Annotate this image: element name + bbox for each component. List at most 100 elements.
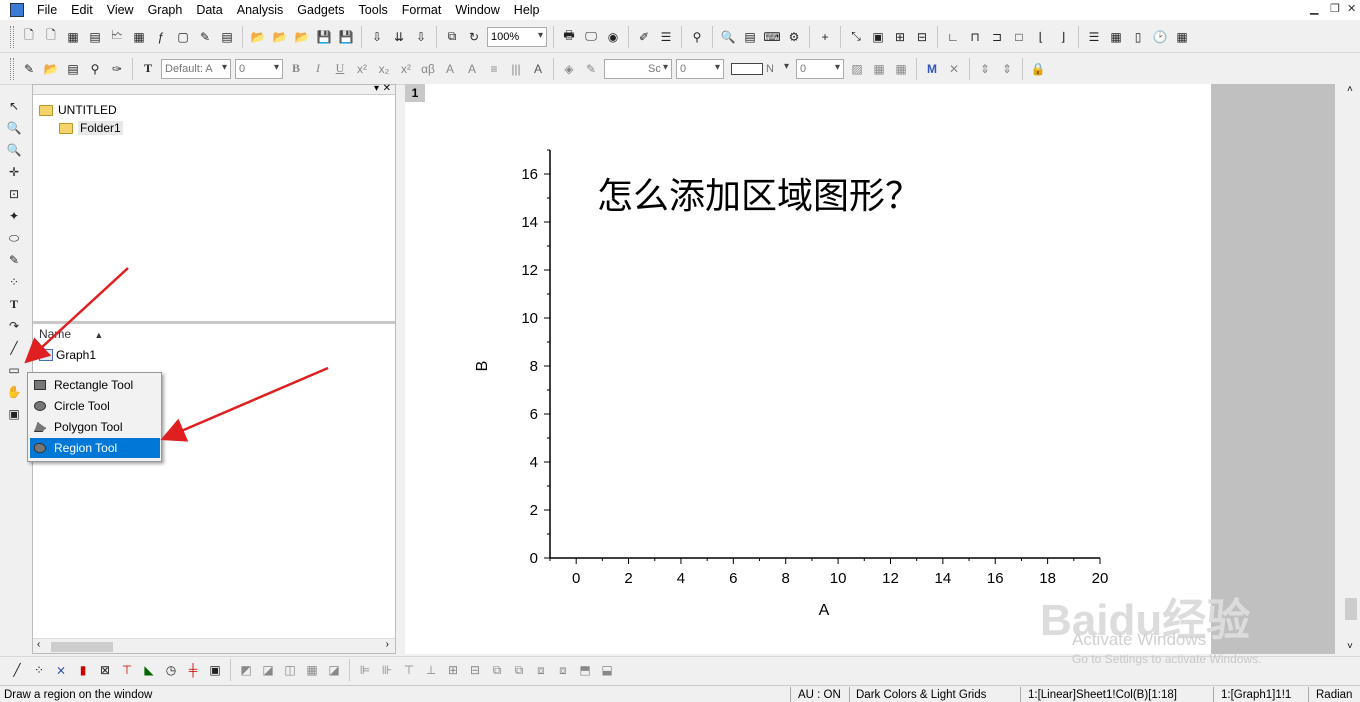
new-function-icon[interactable]: ƒ	[151, 27, 171, 47]
data-reader-icon[interactable]: ✦	[4, 206, 24, 226]
layer-manager-icon[interactable]: ☰	[656, 27, 676, 47]
app-icon[interactable]	[10, 3, 24, 17]
image-tool-icon[interactable]: ▣	[4, 404, 24, 424]
explorer-close-icon[interactable]: ✕	[383, 83, 391, 94]
new-excel-icon[interactable]: ▤	[217, 27, 237, 47]
axis-yx-icon[interactable]: ⌋	[1053, 27, 1073, 47]
menu-view[interactable]: View	[100, 0, 141, 20]
hand-tool-icon[interactable]: ✋	[4, 382, 24, 402]
new-folder-icon[interactable]: 🗋	[41, 27, 61, 47]
align-icon[interactable]: ≡	[484, 59, 504, 79]
new-project-icon[interactable]: 🗋	[19, 27, 39, 47]
axis-bottom-left-icon[interactable]: ∟	[943, 27, 963, 47]
same-height-icon[interactable]: ⧉	[509, 660, 529, 680]
data-selector-icon[interactable]: ⊡	[4, 184, 24, 204]
refresh-icon[interactable]: ✐	[634, 27, 654, 47]
text-tool-icon[interactable]: T	[4, 294, 24, 314]
align-bottom-icon[interactable]: ⊥	[421, 660, 441, 680]
increase-font-icon[interactable]: A	[440, 59, 460, 79]
axis-box-icon[interactable]: □	[1009, 27, 1029, 47]
screen-reader-icon[interactable]: ✛	[4, 162, 24, 182]
fill-color-select[interactable]: N	[728, 59, 792, 79]
code-builder-icon[interactable]: ⚙	[784, 27, 804, 47]
lock-icon[interactable]: 🔒	[1028, 59, 1048, 79]
list-icon[interactable]: ☰	[1084, 27, 1104, 47]
fill-color-icon[interactable]: ◈	[559, 59, 579, 79]
supsub-icon[interactable]: x²	[396, 59, 416, 79]
project-explorer-icon[interactable]: ⚲	[687, 27, 707, 47]
border-icon[interactable]: ▦	[869, 59, 889, 79]
load-theme-icon[interactable]: 📂	[41, 59, 61, 79]
graph-vscrollbar[interactable]: ˄ ˅	[1335, 84, 1360, 654]
subscript-icon[interactable]: x₂	[374, 59, 394, 79]
rescale-icon[interactable]: ⤡	[846, 27, 866, 47]
align-left-icon[interactable]: ⊫	[355, 660, 375, 680]
move-up-icon[interactable]: ⇕	[975, 59, 995, 79]
open-template-icon[interactable]: 📂	[270, 27, 290, 47]
group-icon[interactable]: ⧈	[531, 660, 551, 680]
menu-graph[interactable]: Graph	[141, 0, 190, 20]
clock-icon[interactable]: 🕑	[1150, 27, 1170, 47]
open-icon[interactable]: 📂	[248, 27, 268, 47]
new-graph-icon[interactable]: 🗠	[107, 27, 127, 47]
font-select[interactable]: Default: A	[161, 58, 231, 79]
scroll-thumb[interactable]	[51, 642, 113, 652]
arrow-tool-icon[interactable]: ↷	[4, 316, 24, 336]
unmask-icon[interactable]: ✕	[944, 59, 964, 79]
battery-icon[interactable]: ▯	[1128, 27, 1148, 47]
new-layout-icon[interactable]: ▢	[173, 27, 193, 47]
bold-icon[interactable]: B	[286, 59, 306, 79]
3d-wire-icon[interactable]: ◫	[280, 660, 300, 680]
restore-icon[interactable]: ❐	[1330, 2, 1340, 15]
align-hcenter-icon[interactable]: ⊟	[465, 660, 485, 680]
bar-fill-icon[interactable]: |||	[506, 59, 526, 79]
zoom-in-icon[interactable]: 🔍	[4, 118, 24, 138]
y-axis-label[interactable]: B	[474, 361, 491, 372]
template-icon[interactable]: ▣	[205, 660, 225, 680]
contour-icon[interactable]: ▦	[302, 660, 322, 680]
font-size-select[interactable]: 0	[235, 58, 283, 79]
import-icon[interactable]: ⇩	[367, 27, 387, 47]
draw-data-icon[interactable]: ✎	[4, 250, 24, 270]
menu-edit[interactable]: Edit	[64, 0, 100, 20]
menu-analysis[interactable]: Analysis	[230, 0, 291, 20]
line-symbol-icon[interactable]: ⨯	[51, 660, 71, 680]
print-icon[interactable]: 🖶	[559, 27, 579, 47]
column-plot-icon[interactable]: ▮	[73, 660, 93, 680]
line-style-select[interactable]: Sc	[604, 58, 672, 79]
explorer-hscrollbar[interactable]: ‹ ›	[33, 638, 395, 653]
close-icon[interactable]: ✕	[1347, 2, 1356, 15]
stock-plot-icon[interactable]: ⊤	[117, 660, 137, 680]
superscript-icon[interactable]: x²	[352, 59, 372, 79]
command-window-icon[interactable]: ⌨	[762, 27, 782, 47]
candle-plot-icon[interactable]: ╪	[183, 660, 203, 680]
table-format-icon[interactable]: ▦	[891, 59, 911, 79]
polar-plot-icon[interactable]: ◷	[161, 660, 181, 680]
graph-annotation[interactable]: 怎么添加区域图形？	[597, 176, 921, 217]
new-matrix-icon[interactable]: ▦	[129, 27, 149, 47]
zoom-select[interactable]: 100%	[487, 26, 547, 47]
mask-icon[interactable]: M	[922, 59, 942, 79]
align-right-icon[interactable]: ⊪	[377, 660, 397, 680]
save-project-icon[interactable]: 💾	[314, 27, 334, 47]
3d-plot-icon[interactable]: ◩	[236, 660, 256, 680]
axis-right-icon[interactable]: ⊐	[987, 27, 1007, 47]
minimize-icon[interactable]: ▁	[1310, 2, 1318, 15]
greek-icon[interactable]: αβ	[418, 59, 438, 79]
export-icon[interactable]: ◉	[603, 27, 623, 47]
line-color-icon[interactable]: ✎	[581, 59, 601, 79]
explorer-dropdown-icon[interactable]: ▾	[374, 83, 379, 94]
tree-folder-node[interactable]: Folder1	[39, 119, 123, 137]
layer-frame-icon[interactable]: ▣	[868, 27, 888, 47]
italic-icon[interactable]: I	[308, 59, 328, 79]
axis-top-icon[interactable]: ⊓	[965, 27, 985, 47]
rectangle-tool-icon[interactable]: ▭	[4, 360, 24, 380]
region-tool-item[interactable]: Region Tool	[30, 438, 160, 458]
tree-project-node[interactable]: UNTITLED	[39, 101, 123, 119]
script-window-icon[interactable]: ▤	[740, 27, 760, 47]
image-plot-icon[interactable]: ◪	[324, 660, 344, 680]
region-mask-icon[interactable]: ⬭	[4, 228, 24, 248]
menu-format[interactable]: Format	[395, 0, 449, 20]
open-excel-icon[interactable]: 📂	[292, 27, 312, 47]
move-down-icon[interactable]: ⇕	[997, 59, 1017, 79]
